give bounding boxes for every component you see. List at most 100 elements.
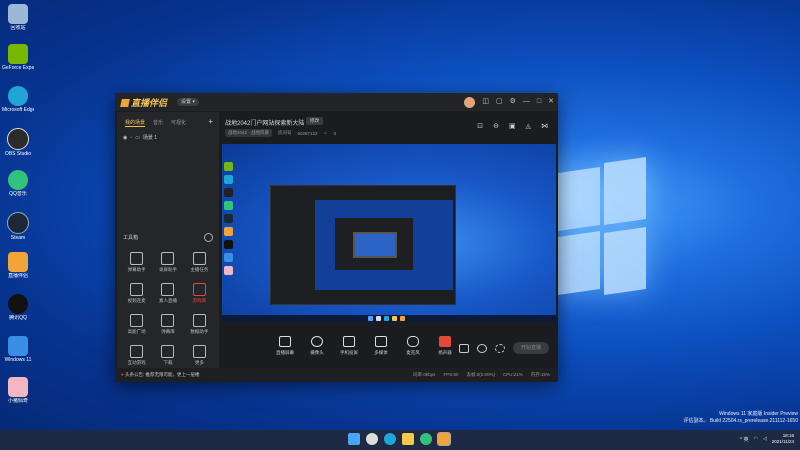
start-icon[interactable]	[348, 433, 360, 445]
recycle-bin-icon	[8, 4, 28, 24]
stream-preview[interactable]	[222, 144, 556, 322]
volume-icon[interactable]: ◁	[763, 436, 767, 442]
live-companion-icon[interactable]	[437, 432, 451, 446]
close-icon[interactable]: ✕	[548, 96, 554, 108]
phone-icon	[343, 336, 355, 347]
insider-watermark: Windows 11 家庭版 Insider Preview 评估副本。 Bui…	[683, 411, 798, 425]
tab-visual[interactable]: 可视化	[171, 119, 186, 127]
windows-logo-art	[558, 157, 646, 300]
gear-icon[interactable]	[495, 343, 505, 353]
warning-icon: ●	[121, 372, 124, 377]
tool-icon	[161, 252, 175, 265]
tool-label: 高能广场	[127, 329, 146, 334]
tool-record[interactable]: 录屏助手	[152, 252, 183, 273]
settings-badge[interactable]: 设置 ▾	[177, 98, 199, 106]
skin-icon[interactable]: ◫	[482, 96, 489, 108]
desktop-icon-steam[interactable]: Steam	[2, 212, 34, 241]
screen-icon	[279, 336, 291, 347]
tool-game-library[interactable]: 游戏库	[184, 283, 215, 304]
tool-tasks[interactable]: 主播任务	[184, 252, 215, 273]
stat-memory: 内存:15%	[530, 372, 550, 377]
preview-desktop-icons	[224, 162, 234, 279]
layers-icon[interactable]: ▣	[509, 122, 516, 130]
desktop-icon-nvidia[interactable]: GeForce Experience	[2, 44, 34, 71]
lock-icon[interactable]: ⊖	[493, 122, 499, 130]
clock[interactable]: 18:16 2021/11/24	[772, 433, 794, 445]
minimize-icon[interactable]: —	[523, 96, 530, 108]
tool-more[interactable]: 更多	[184, 345, 215, 366]
source-toolbar: 直播屏幕 摄像头 手机投屏 多媒体 麦克风 扬声器	[275, 336, 455, 356]
preview-icon	[224, 175, 233, 184]
message-icon[interactable]: ▢	[496, 96, 503, 108]
timer-icon[interactable]	[477, 343, 487, 353]
start-live-button[interactable]: 开始直播	[513, 342, 549, 354]
user-avatar[interactable]	[464, 96, 476, 108]
qqmusic-icon	[8, 170, 28, 190]
tool-icon	[130, 283, 144, 296]
edge-icon[interactable]	[384, 433, 396, 445]
tool-label: 录屏助手	[158, 267, 177, 272]
tool-danmu[interactable]: 弹幕助手	[121, 252, 152, 273]
tool-icon	[161, 314, 175, 327]
category-chip[interactable]: 战地2042 · 战地风暴	[225, 129, 273, 137]
add-media-button[interactable]: 多媒体	[371, 336, 391, 356]
tool-download[interactable]: 下载	[152, 345, 183, 366]
add-camera-button[interactable]: 摄像头	[307, 336, 327, 356]
collapse-tools-icon[interactable]	[204, 233, 213, 242]
maximize-icon[interactable]: □	[537, 96, 541, 108]
lock-icon[interactable]: ▫	[130, 135, 132, 141]
tab-scenes[interactable]: 我的场景	[125, 119, 146, 127]
eye-icon[interactable]: ◉	[123, 135, 127, 141]
desktop-icon-label: GeForce Experience	[2, 65, 34, 71]
preview-icon	[224, 188, 233, 197]
tray-overflow[interactable]: ^ 英	[740, 436, 749, 443]
edit-title-button[interactable]: 修改	[306, 117, 323, 125]
desktop-icon-label: 直播伴侣	[7, 273, 28, 279]
tool-plaza[interactable]: 高能广场	[121, 314, 152, 335]
tool-data[interactable]: 数据助手	[184, 314, 215, 335]
tool-label: 弹幕助手	[127, 267, 146, 272]
announcement[interactable]: ● 头条公告: 推荐无限可能，更上一层楼	[121, 372, 199, 378]
desktop-icon-recycle-bin[interactable]: 回收站	[2, 4, 34, 31]
desktop-icon-windows[interactable]: Windows 11	[2, 336, 34, 363]
desktop-icon-qq[interactable]: 腾讯QQ	[2, 294, 34, 321]
folder-icon[interactable]	[402, 433, 414, 445]
add-scene-button[interactable]: +	[208, 118, 213, 127]
gift-icon[interactable]: ⊡	[477, 122, 483, 130]
tab-music[interactable]: 音乐	[153, 119, 163, 127]
scene-item[interactable]: ◉ ▫ ▭ 场景 1	[117, 127, 219, 142]
speaker-button[interactable]: 扬声器	[435, 336, 455, 356]
tool-video-link[interactable]: 视频连麦	[121, 283, 152, 304]
record-icon[interactable]	[459, 343, 469, 353]
tool-label: 互动游戏	[127, 360, 146, 365]
tool-label: 主播任务	[190, 267, 209, 272]
title-bar[interactable]: 直播伴侣 设置 ▾ ◫ ▢ ⚙ — □ ✕	[115, 93, 558, 111]
preview-icon	[224, 201, 233, 210]
tool-amateur[interactable]: 素人直播	[152, 283, 183, 304]
microphone-button[interactable]: 麦克风	[403, 336, 423, 356]
stream-stats: 码率:0kbps FPS:60 丢帧:0(0.00%) CPU:21% 内存:1…	[413, 372, 550, 378]
wifi-icon[interactable]: ◠	[754, 436, 758, 442]
search-icon[interactable]	[366, 433, 378, 445]
settings-icon[interactable]: ⚙	[510, 96, 516, 108]
tool-interactive-game[interactable]: 互动游戏	[121, 345, 152, 366]
monitor-icon: ▭	[135, 134, 140, 141]
add-screen-button[interactable]: 直播屏幕	[275, 336, 295, 356]
desktop-icon-edge[interactable]: Microsoft Edge	[2, 86, 34, 113]
tool-danmu-library[interactable]: 弹幕库	[152, 314, 183, 335]
mic-icon	[407, 336, 419, 347]
share-icon[interactable]: ⋈	[541, 122, 548, 130]
add-phone-button[interactable]: 手机投屏	[339, 336, 359, 356]
desktop-icon-label: Windows 11	[4, 357, 32, 363]
desktop-icon-pig[interactable]: 小猪佩奇	[2, 377, 34, 404]
left-panel: 我的场景 音乐 可视化 + ◉ ▫ ▭ 场景 1 工具箱 弹幕助手 录屏助手 主…	[117, 112, 219, 378]
bell-icon[interactable]: ◬	[526, 122, 531, 130]
desktop-icon-qqmusic[interactable]: QQ音乐	[2, 170, 34, 197]
preview-icon	[224, 253, 233, 262]
qqmusic-icon[interactable]	[420, 433, 432, 445]
desktop-icon-obs[interactable]: OBS Studio	[2, 128, 34, 157]
preview-taskbar-icon	[392, 316, 397, 321]
desktop-icon-live-companion[interactable]: 直播伴侣	[2, 252, 34, 279]
app-logo: 直播伴侣	[120, 96, 167, 109]
tools-grid: 弹幕助手 录屏助手 主播任务 视频连麦 素人直播 游戏库 高能广场 弹幕库 数据…	[121, 252, 215, 366]
